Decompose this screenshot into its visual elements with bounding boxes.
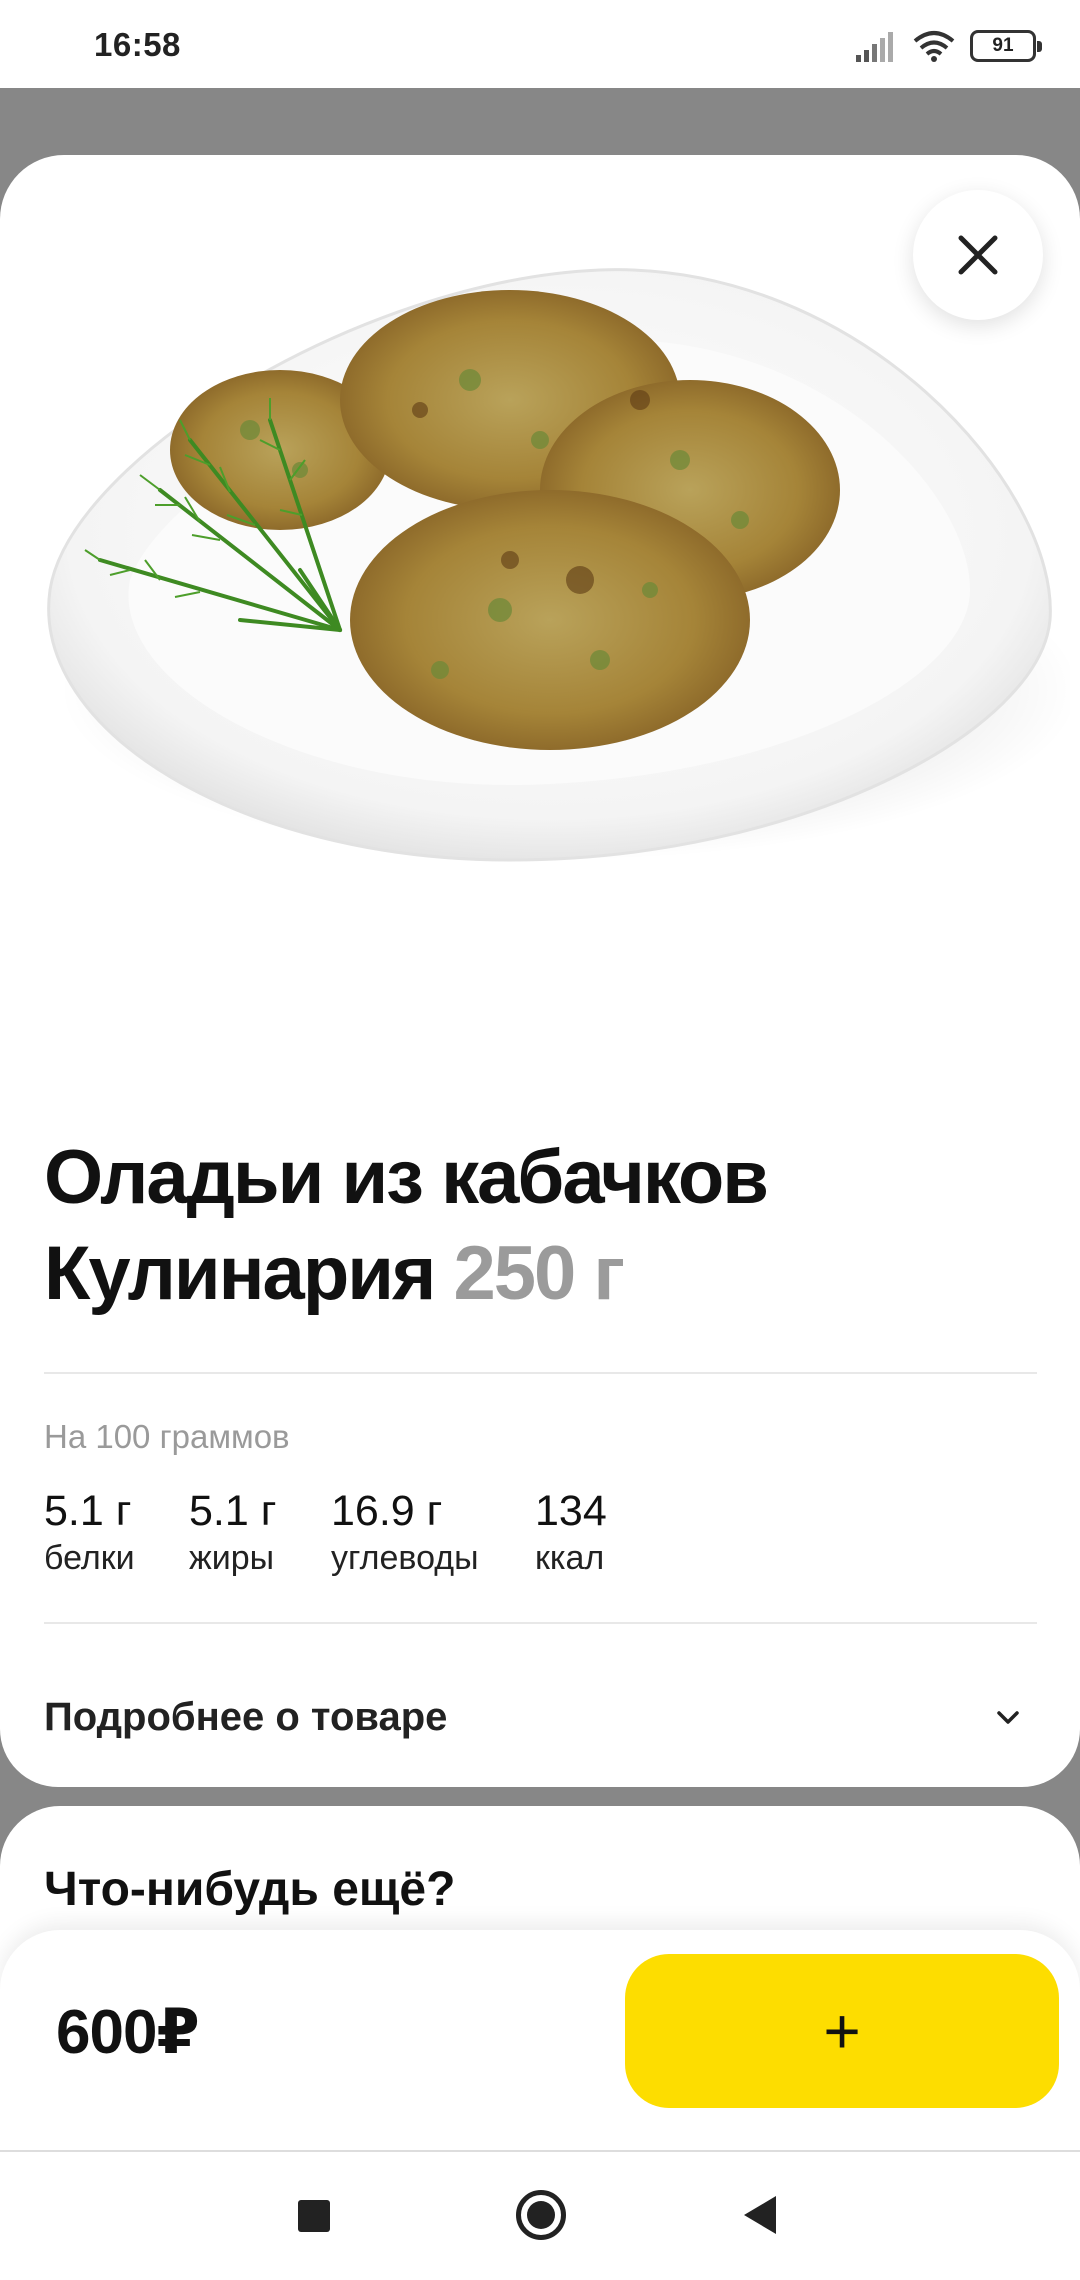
nutrition-value: 134 [535, 1487, 607, 1535]
battery-icon: 91 [970, 30, 1042, 62]
divider [44, 1622, 1037, 1624]
divider [44, 1372, 1037, 1374]
wifi-icon [913, 31, 955, 62]
product-title: Оладьи из кабачков Кулинария 250 г [44, 1130, 1044, 1322]
product-name: Оладьи из кабачков [44, 1135, 769, 1220]
nutrition-header: На 100 граммов [44, 1418, 290, 1455]
product-details-toggle[interactable]: Подробнее о товаре [44, 1692, 1037, 1742]
signal-icon [856, 32, 893, 62]
nutrition-label: углеводы [331, 1539, 479, 1577]
product-brand: Кулинария [44, 1231, 436, 1316]
nutrition-label: ккал [535, 1539, 605, 1577]
nutrition-value: 5.1 г [189, 1487, 277, 1535]
nutrition-protein: 5.1 г белки [44, 1486, 135, 1580]
price: 600₽ [56, 1998, 200, 2067]
upsell-title: Что-нибудь ещё? [44, 1863, 456, 1916]
nutrition-label: белки [44, 1539, 135, 1577]
nutrition-label: жиры [189, 1539, 275, 1577]
add-to-cart-button[interactable]: + [625, 1954, 1059, 2108]
battery-level: 91 [992, 35, 1014, 56]
nutrition-value: 16.9 г [331, 1487, 443, 1535]
nutrition-kcal: 134 ккал [535, 1486, 607, 1580]
status-icons: 91 [854, 26, 1042, 66]
recent-apps-icon[interactable] [298, 2200, 330, 2232]
nutrition-value: 5.1 г [44, 1487, 132, 1535]
chevron-down-icon [997, 1711, 1019, 1724]
back-icon[interactable] [744, 2196, 776, 2234]
nutrition-carbs: 16.9 г углеводы [331, 1486, 479, 1580]
home-icon[interactable] [516, 2190, 566, 2240]
product-weight: 250 г [453, 1231, 625, 1316]
nutrition-fat: 5.1 г жиры [189, 1486, 276, 1580]
system-navigation-bar [0, 2150, 1080, 2280]
product-subtitle-line: Кулинария 250 г [44, 1226, 1044, 1322]
product-details-label: Подробнее о товаре [44, 1694, 448, 1739]
status-time: 16:58 [94, 26, 181, 63]
status-bar: 16:58 91 [0, 0, 1080, 88]
add-label: + [823, 1995, 861, 2067]
product-image [47, 268, 1070, 862]
